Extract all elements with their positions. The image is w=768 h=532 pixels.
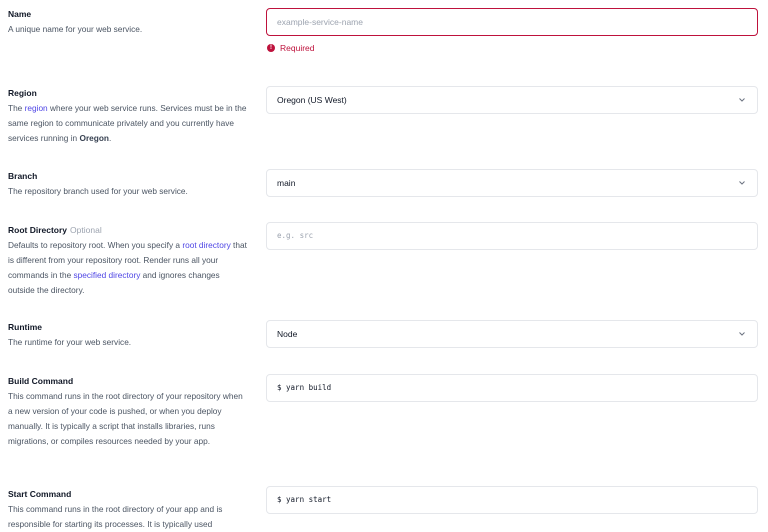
chevron-down-icon: [737, 96, 747, 104]
name-description: A unique name for your web service.: [8, 24, 143, 34]
name-title: Name: [8, 9, 32, 19]
chevron-down-icon: [737, 330, 747, 338]
build-command-value: $ yarn build: [277, 383, 332, 392]
region-description: The region where your web service runs. …: [8, 103, 247, 143]
chevron-down-icon: [737, 179, 747, 187]
branch-title: Branch: [8, 171, 38, 181]
runtime-select-value: Node: [277, 329, 298, 339]
runtime-title: Runtime: [8, 322, 42, 332]
region-title: Region: [8, 88, 37, 98]
branch-select-value: main: [277, 178, 296, 188]
build-command-description: This command runs in the root directory …: [8, 391, 243, 446]
required-text: Required: [280, 43, 315, 53]
branch-select[interactable]: main: [266, 169, 758, 197]
branch-description: The repository branch used for your web …: [8, 186, 188, 196]
exclamation-circle-icon: !: [267, 43, 275, 52]
start-command-label-group: Start Command This command runs in the r…: [8, 488, 248, 532]
runtime-label-group: Runtime The runtime for your web service…: [8, 321, 248, 350]
name-required-error: ! Required: [267, 43, 315, 53]
root-directory-input[interactable]: e.g. src: [266, 222, 758, 250]
branch-label-group: Branch The repository branch used for yo…: [8, 170, 248, 199]
start-command-title: Start Command: [8, 489, 72, 499]
region-label-group: Region The region where your web service…: [8, 87, 248, 146]
name-input[interactable]: example-service-name: [266, 8, 758, 36]
start-command-value: $ yarn start: [277, 495, 332, 504]
region-link[interactable]: region: [25, 103, 48, 113]
root-directory-link[interactable]: root directory: [182, 240, 230, 250]
start-command-input[interactable]: $ yarn start: [266, 486, 758, 514]
name-label-group: Name A unique name for your web service.: [8, 8, 248, 37]
specified-directory-link[interactable]: specified directory: [73, 270, 140, 280]
region-select-value: Oregon (US West): [277, 95, 347, 105]
build-command-label-group: Build Command This command runs in the r…: [8, 375, 248, 449]
root-directory-placeholder: e.g. src: [277, 231, 314, 240]
region-select[interactable]: Oregon (US West): [266, 86, 758, 114]
optional-label: Optional: [70, 225, 102, 235]
runtime-select[interactable]: Node: [266, 320, 758, 348]
name-input-placeholder: example-service-name: [277, 17, 363, 27]
root-directory-title: Root Directory Optional: [8, 225, 102, 235]
build-command-title: Build Command: [8, 376, 74, 386]
root-directory-description: Defaults to repository root. When you sp…: [8, 240, 247, 295]
runtime-description: The runtime for your web service.: [8, 337, 132, 347]
root-directory-label-group: Root Directory Optional Defaults to repos…: [8, 224, 248, 298]
build-command-input[interactable]: $ yarn build: [266, 374, 758, 402]
start-command-description: This command runs in the root directory …: [8, 504, 223, 529]
